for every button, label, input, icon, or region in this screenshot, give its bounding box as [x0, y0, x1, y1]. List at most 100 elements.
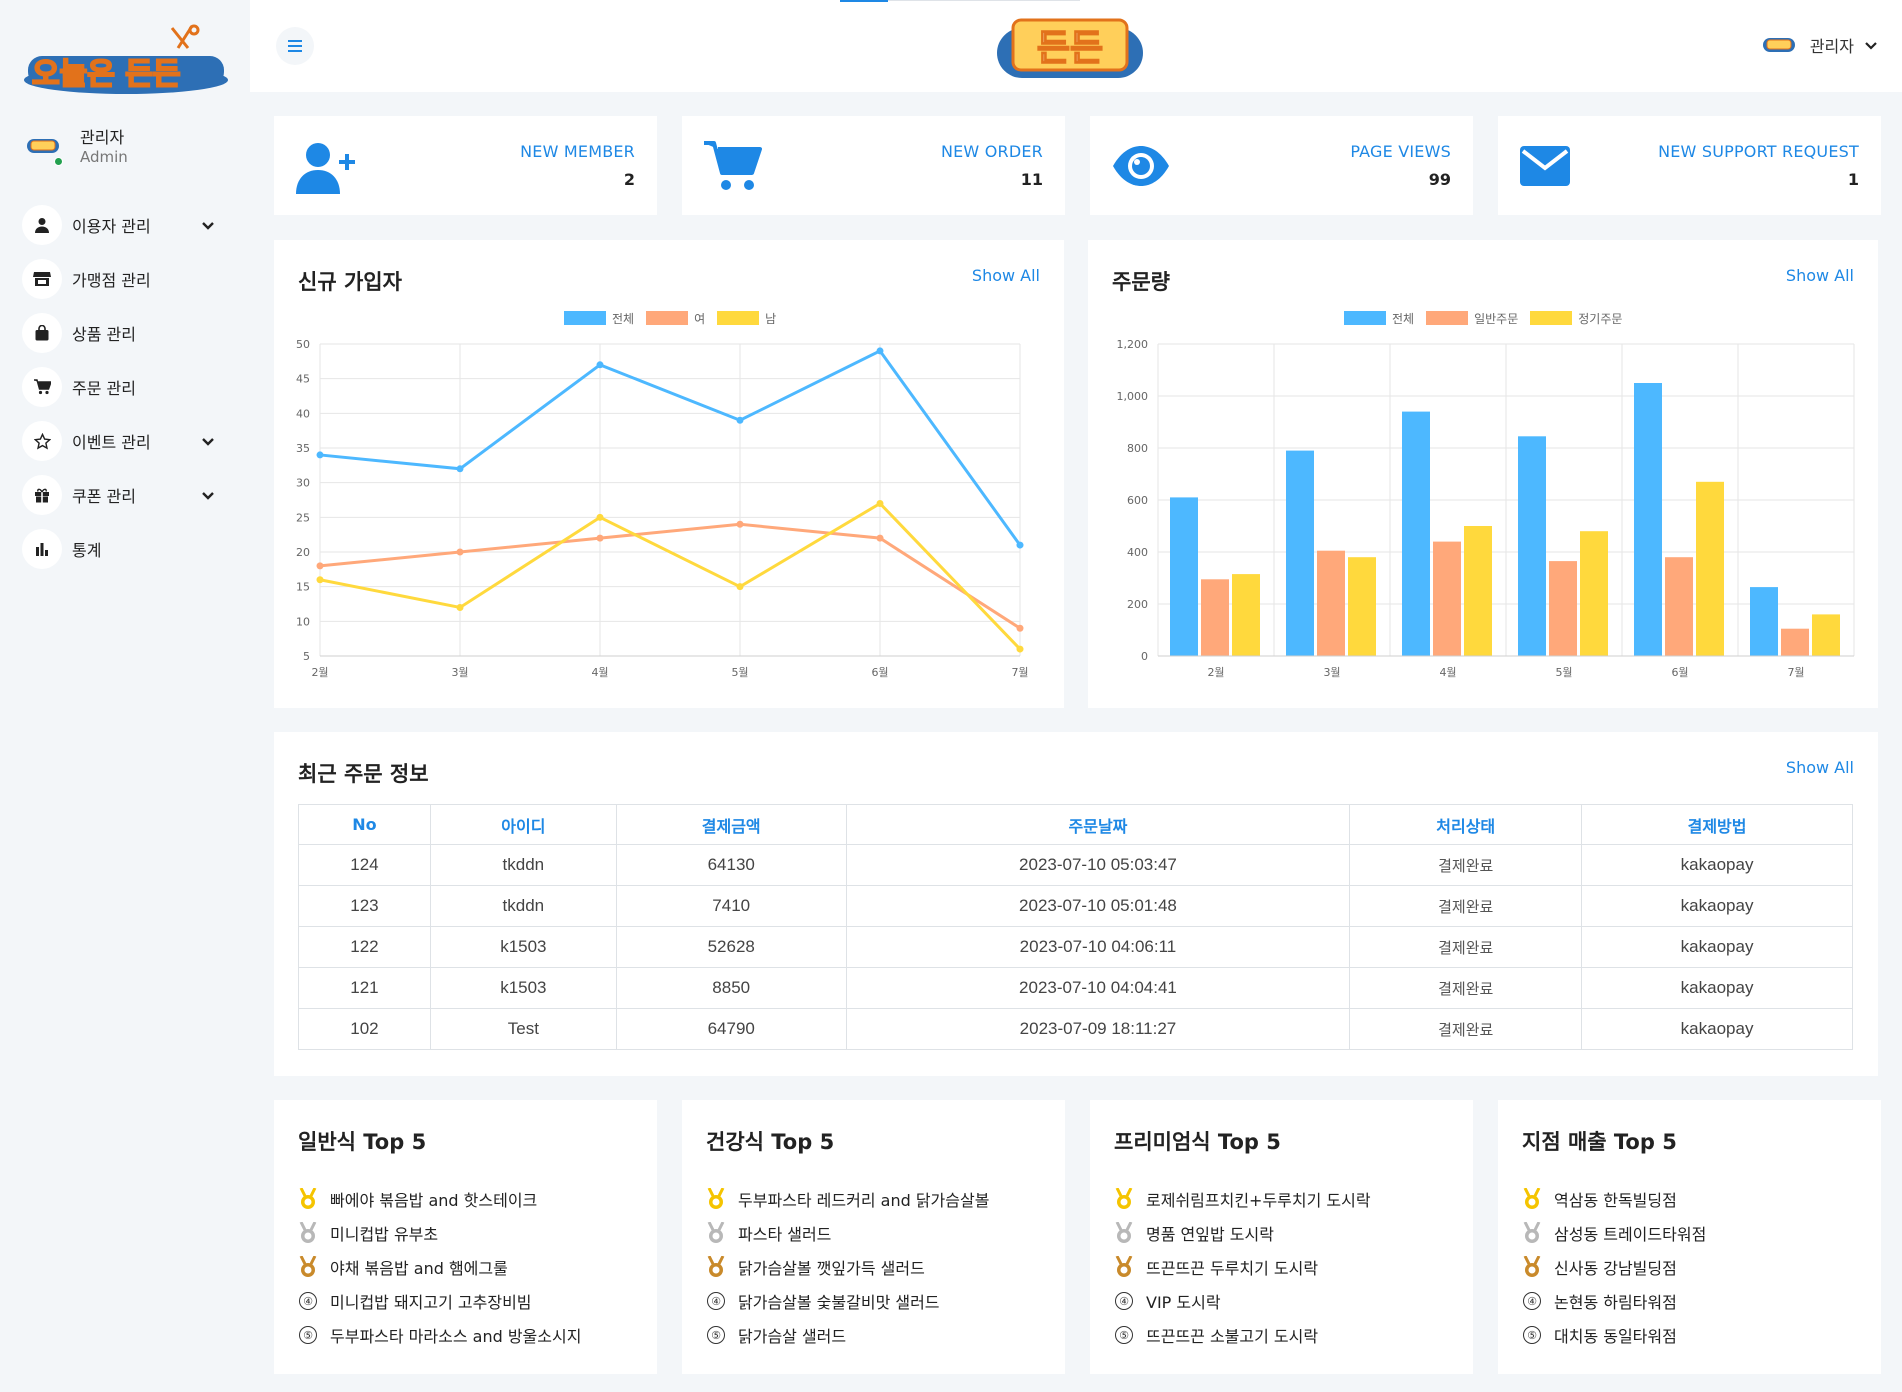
- data-point[interactable]: [316, 576, 324, 584]
- bar[interactable]: [1232, 574, 1260, 656]
- data-point[interactable]: [876, 347, 884, 355]
- top5-item[interactable]: 로제쉬림프치킨+두루치기 도시락: [1114, 1182, 1371, 1216]
- column-header[interactable]: 주문날짜: [845, 804, 1351, 845]
- top5-item[interactable]: ④ VIP 도시락: [1114, 1284, 1371, 1318]
- top5-item[interactable]: 삼성동 트레이드타워점: [1522, 1216, 1706, 1250]
- top5-item[interactable]: ④ 미니컵밥 돼지고기 고추장비빔: [298, 1284, 581, 1318]
- show-all-link[interactable]: Show All: [1786, 758, 1854, 777]
- stat-card-new-order[interactable]: NEW ORDER 11: [682, 116, 1065, 215]
- top5-item-label: 야채 볶음밥 and 햄에그룰: [330, 1259, 508, 1278]
- data-point[interactable]: [876, 499, 884, 507]
- table-cell: 2023-07-09 18:11:27: [845, 1008, 1351, 1050]
- y-tick-label: 45: [296, 373, 310, 386]
- column-header[interactable]: No: [298, 804, 431, 845]
- top5-item[interactable]: 파스타 샐러드: [706, 1216, 989, 1250]
- top5-item[interactable]: ⑤ 닭가슴살 샐러드: [706, 1318, 989, 1352]
- bar[interactable]: [1580, 531, 1608, 656]
- top5-item-label: 닭가슴살볼 깻잎가득 샐러드: [738, 1259, 925, 1278]
- stat-card-support-request[interactable]: NEW SUPPORT REQUEST 1: [1498, 116, 1881, 215]
- data-point[interactable]: [596, 361, 604, 369]
- top5-item[interactable]: ④ 논현동 하림타워점: [1522, 1284, 1706, 1318]
- stat-card-page-views[interactable]: PAGE VIEWS 99: [1090, 116, 1473, 215]
- sidebar-user-profile[interactable]: 관리자 Admin: [26, 122, 236, 170]
- data-point[interactable]: [1016, 624, 1024, 632]
- bar[interactable]: [1750, 587, 1778, 656]
- table-header-row: No 아이디 결제금액 주문날짜 처리상태 결제방법: [298, 804, 1853, 845]
- bar[interactable]: [1433, 541, 1461, 656]
- top5-item[interactable]: ④ 닭가슴살볼 숯불갈비맛 샐러드: [706, 1284, 989, 1318]
- stat-card-new-member[interactable]: NEW MEMBER 2: [274, 116, 657, 215]
- top5-item[interactable]: 신사동 강남빌딩점: [1522, 1250, 1706, 1284]
- table-cell: 64130: [615, 844, 847, 886]
- bar[interactable]: [1549, 561, 1577, 656]
- top5-item[interactable]: 뜨끈뜨끈 두루치기 도시락: [1114, 1250, 1371, 1284]
- line-chart[interactable]: 5 10 15 20 25 30 35 40 45 50 2월 3월 4월 5월 6월 7월: [274, 240, 1064, 708]
- top5-item[interactable]: 역삼동 한독빌딩점: [1522, 1182, 1706, 1216]
- star-icon: [22, 421, 62, 461]
- bar[interactable]: [1634, 383, 1662, 656]
- bar[interactable]: [1348, 557, 1376, 656]
- bar[interactable]: [1201, 579, 1229, 656]
- bar[interactable]: [1317, 550, 1345, 656]
- top-logo[interactable]: 든든: [995, 16, 1145, 80]
- top5-card-healthy: 건강식 Top 5 두부파스타 레드커리 and 닭가슴살볼 파스타 샐러드 닭가슴…: [682, 1100, 1065, 1374]
- data-point[interactable]: [876, 534, 884, 542]
- data-point[interactable]: [596, 513, 604, 521]
- table-row[interactable]: 124 tkddn 64130 2023-07-10 05:03:47 결제완료…: [298, 844, 1853, 886]
- top5-item[interactable]: ⑤ 두부파스타 마라소스 and 방울소시지: [298, 1318, 581, 1352]
- data-point[interactable]: [1016, 541, 1024, 549]
- sidebar-item-stores[interactable]: 가맹점 관리: [22, 252, 222, 306]
- bar[interactable]: [1665, 557, 1693, 656]
- table-row[interactable]: 102 Test 64790 2023-07-09 18:11:27 결제완료 …: [298, 1008, 1853, 1050]
- sidebar-item-products[interactable]: 상품 관리: [22, 306, 222, 360]
- top-user-menu[interactable]: 관리자: [1762, 30, 1880, 60]
- top5-item[interactable]: 빠에야 볶음밥 and 핫스테이크: [298, 1182, 581, 1216]
- sidebar-item-events[interactable]: 이벤트 관리: [22, 414, 222, 468]
- rank-number-icon: ④: [706, 1290, 726, 1312]
- rank-number: ⑤: [1523, 1326, 1541, 1344]
- bar[interactable]: [1170, 497, 1198, 656]
- top5-item[interactable]: 두부파스타 레드커리 and 닭가슴살볼: [706, 1182, 989, 1216]
- bar[interactable]: [1286, 450, 1314, 656]
- bar[interactable]: [1781, 628, 1809, 656]
- table-cell: kakaopay: [1581, 926, 1853, 968]
- data-point[interactable]: [456, 603, 464, 611]
- top5-item[interactable]: ⑤ 뜨끈뜨끈 소불고기 도시락: [1114, 1318, 1371, 1352]
- data-point[interactable]: [456, 465, 464, 473]
- menu-toggle-button[interactable]: [276, 27, 314, 65]
- bar[interactable]: [1402, 411, 1430, 656]
- rank-number: ⑤: [299, 1326, 317, 1344]
- data-point[interactable]: [736, 583, 744, 591]
- sidebar-item-coupons[interactable]: 쿠폰 관리: [22, 468, 222, 522]
- column-header[interactable]: 결제방법: [1581, 804, 1853, 845]
- column-header[interactable]: 결제금액: [615, 804, 847, 845]
- top5-item[interactable]: 명품 연잎밥 도시락: [1114, 1216, 1371, 1250]
- data-point[interactable]: [1016, 645, 1024, 653]
- table-row[interactable]: 122 k1503 52628 2023-07-10 04:06:11 결제완료…: [298, 926, 1853, 968]
- data-point[interactable]: [316, 562, 324, 570]
- data-point[interactable]: [736, 520, 744, 528]
- top5-item[interactable]: ⑤ 대치동 동일타워점: [1522, 1318, 1706, 1352]
- data-point[interactable]: [736, 416, 744, 424]
- bar[interactable]: [1464, 526, 1492, 656]
- bar[interactable]: [1812, 614, 1840, 656]
- brand-logo[interactable]: 오늘은 든든: [22, 22, 230, 96]
- bar-chart[interactable]: 0 200 400 600 800 1,000 1,200 2월 3월 4월 5월 6월 7월: [1088, 240, 1878, 708]
- column-header[interactable]: 처리상태: [1349, 804, 1583, 845]
- sidebar-item-orders[interactable]: 주문 관리: [22, 360, 222, 414]
- top5-item[interactable]: 닭가슴살볼 깻잎가득 샐러드: [706, 1250, 989, 1284]
- column-header[interactable]: 아이디: [429, 804, 617, 845]
- sidebar-item-users[interactable]: 이용자 관리: [22, 198, 222, 252]
- table-row[interactable]: 121 k1503 8850 2023-07-10 04:04:41 결제완료 …: [298, 967, 1853, 1009]
- table-row[interactable]: 123 tkddn 7410 2023-07-10 05:01:48 결제완료 …: [298, 885, 1853, 927]
- data-point[interactable]: [456, 548, 464, 556]
- table-cell: 결제완료: [1349, 926, 1583, 968]
- top5-item[interactable]: 야채 볶음밥 and 햄에그룰: [298, 1250, 581, 1284]
- top5-item[interactable]: 미니컵밥 유부초: [298, 1216, 581, 1250]
- bar[interactable]: [1696, 481, 1724, 656]
- data-point[interactable]: [316, 451, 324, 459]
- x-tick-label: 5월: [1555, 666, 1572, 679]
- bar[interactable]: [1518, 436, 1546, 656]
- data-point[interactable]: [596, 534, 604, 542]
- sidebar-item-statistics[interactable]: 통계: [22, 522, 222, 576]
